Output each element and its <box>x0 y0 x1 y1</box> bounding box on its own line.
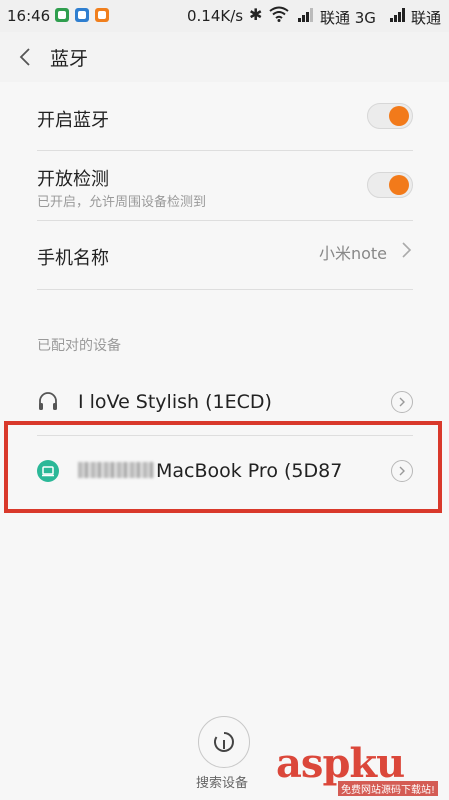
discoverable-subtitle: 已开启，允许周围设备检测到 <box>37 195 207 210</box>
phone-name-label: 手机名称 <box>37 248 109 269</box>
highlight-box <box>4 421 442 513</box>
bluetooth-toggle-switch[interactable] <box>367 103 413 129</box>
signal-icon-2 <box>390 8 405 22</box>
phone-name-value: 小米note <box>318 244 387 263</box>
refresh-icon <box>213 731 234 752</box>
phone-name-row[interactable]: 手机名称 小米note <box>37 221 413 290</box>
watermark-logo: aspku <box>276 740 405 787</box>
signal-icon <box>298 8 313 22</box>
toggle-knob <box>389 175 409 195</box>
device-name: I loVe Stylish (1ECD) <box>78 391 272 413</box>
carrier-1: 联通 3G <box>320 9 376 27</box>
headset-icon <box>39 392 57 410</box>
discoverable-toggle-switch[interactable] <box>367 172 413 198</box>
bluetooth-icon: ✱ <box>249 5 263 24</box>
header: 蓝牙 <box>0 32 449 82</box>
chevron-right-icon <box>402 242 412 258</box>
page-title: 蓝牙 <box>50 48 89 70</box>
back-arrow-icon[interactable] <box>12 42 40 72</box>
gallery-app-icon <box>75 8 89 22</box>
discoverable-label: 开放检测 <box>37 169 109 190</box>
search-devices-button[interactable] <box>198 716 250 768</box>
search-devices-label: 搜索设备 <box>196 776 249 791</box>
paired-section-label: 已配对的设备 <box>37 338 121 354</box>
toggle-knob <box>389 106 409 126</box>
bluetooth-toggle-row[interactable]: 开启蓝牙 <box>37 82 413 151</box>
carrier-2: 联通 <box>411 9 442 27</box>
status-bar: 16:46 0.14K/s ✱ 联通 3G 联通 <box>0 0 449 32</box>
device-detail-button[interactable] <box>391 391 413 413</box>
watermark-subtitle: 免费网站源码下载站! <box>338 781 439 796</box>
wifi-icon <box>269 6 289 22</box>
shield-app-icon <box>55 8 69 22</box>
bluetooth-toggle-label: 开启蓝牙 <box>37 110 109 131</box>
status-time: 16:46 <box>7 7 51 25</box>
notes-app-icon <box>95 8 109 22</box>
discoverable-row[interactable]: 开放检测 已开启，允许周围设备检测到 <box>37 151 413 221</box>
network-speed: 0.14K/s <box>187 7 244 25</box>
